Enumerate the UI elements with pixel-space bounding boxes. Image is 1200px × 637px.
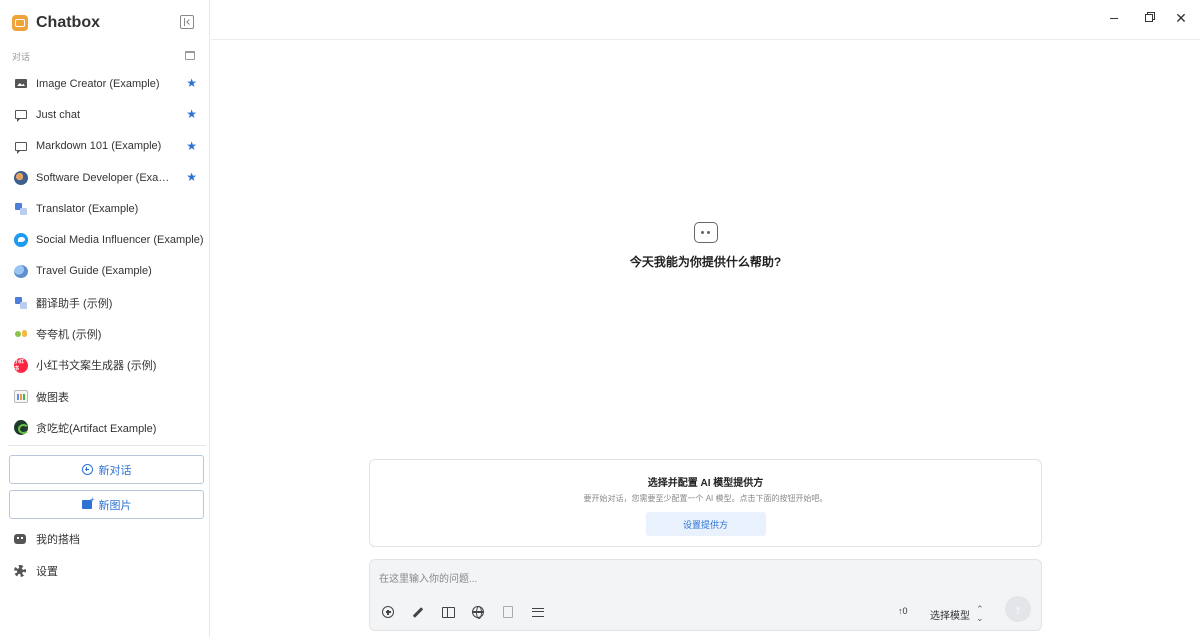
star-icon[interactable]: ★	[186, 107, 197, 121]
gear-icon	[14, 565, 26, 577]
conversation-item[interactable]: Just chat ★	[0, 99, 209, 130]
sidebar-collapse-icon[interactable]	[180, 15, 194, 29]
conversation-item[interactable]: Image Creator (Example) ★	[0, 68, 209, 99]
chat-bubble-icon	[14, 108, 28, 123]
conversation-label: Image Creator (Example)	[36, 77, 160, 90]
globe-icon[interactable]	[470, 604, 486, 620]
provider-card-title: 选择并配置 AI 模型提供方	[647, 478, 764, 489]
conversation-item[interactable]: Translator (Example)	[0, 193, 209, 224]
conversation-item[interactable]: 贪吃蛇(Artifact Example)	[0, 412, 209, 443]
settings-label: 设置	[36, 566, 58, 578]
restore-icon[interactable]	[1139, 9, 1159, 27]
image-icon	[14, 77, 28, 91]
setup-provider-button[interactable]: 设置提供方	[645, 512, 766, 536]
provider-setup-card: 选择并配置 AI 模型提供方 要开始对话，您需要至少配置一个 AI 模型。点击下…	[369, 459, 1042, 547]
conversation-label: Social Media Influencer (Example)	[36, 234, 204, 247]
token-count: ↑0	[898, 606, 908, 616]
new-chat-label: 新对话	[98, 464, 132, 477]
empty-state: 今天我能为你提供什么帮助?	[211, 222, 1200, 270]
chatbox-logo-icon	[12, 15, 28, 31]
conversation-item[interactable]: Travel Guide (Example)	[0, 256, 209, 287]
translator-avatar-icon	[14, 202, 28, 216]
sidebar: Chatbox 对话 Image Creator (Example) ★ Jus…	[0, 0, 210, 637]
star-icon[interactable]: ★	[186, 170, 197, 184]
conversation-label: 夸夸机 (示例)	[36, 329, 102, 342]
minimize-icon[interactable]	[1104, 9, 1124, 27]
conversation-label: 做图表	[36, 391, 69, 404]
star-icon[interactable]: ★	[186, 139, 197, 153]
title-bar: ✕	[211, 0, 1200, 40]
new-image-button[interactable]: 新图片	[9, 490, 204, 519]
app-name: Chatbox	[36, 14, 100, 31]
archive-icon[interactable]	[185, 51, 195, 60]
new-image-label: 新图片	[98, 499, 132, 512]
conversation-item[interactable]: Social Media Influencer (Example)	[0, 224, 209, 255]
empty-state-title: 今天我能为你提供什么帮助?	[629, 255, 782, 269]
document-icon[interactable]	[500, 604, 516, 620]
settings-link[interactable]: 设置	[14, 562, 58, 580]
conversation-list: Image Creator (Example) ★ Just chat ★ Ma…	[0, 68, 209, 444]
close-icon[interactable]: ✕	[1171, 9, 1191, 27]
conversation-label: Software Developer (Example)	[36, 171, 174, 184]
fortune-avatar-icon	[14, 327, 28, 341]
model-select-label: 选择模型	[930, 610, 970, 622]
my-copilots-label: 我的搭档	[36, 534, 80, 546]
my-copilots-link[interactable]: 我的搭档	[14, 530, 80, 548]
hammer-icon[interactable]	[410, 604, 426, 620]
chat-bubble-icon	[14, 139, 28, 154]
arrow-up-icon: ↑	[1014, 601, 1022, 617]
robot-icon	[14, 534, 26, 544]
book-icon[interactable]	[440, 604, 456, 620]
conversation-label: Just chat	[36, 108, 81, 121]
message-composer: ↑0 选择模型 ⌃⌄ ↑	[369, 559, 1042, 631]
send-button[interactable]: ↑	[1005, 596, 1031, 622]
conversation-item[interactable]: Markdown 101 (Example) ★	[0, 131, 209, 162]
star-icon[interactable]: ★	[186, 76, 197, 90]
conversation-item[interactable]: 翻译助手 (示例)	[0, 287, 209, 318]
conversation-item[interactable]: 做图表	[0, 381, 209, 412]
conversation-label: Translator (Example)	[36, 202, 139, 215]
conversation-label: 翻译助手 (示例)	[36, 297, 113, 310]
message-input[interactable]	[379, 571, 979, 587]
provider-card-description: 要开始对话，您需要至少配置一个 AI 模型。点击下面的按钮开始吧。	[583, 494, 828, 503]
travel-avatar-icon	[14, 264, 28, 278]
conversation-label: 小红书文案生成器 (示例)	[36, 360, 157, 373]
twitter-avatar-icon	[14, 233, 28, 248]
sidebar-divider	[8, 445, 206, 446]
conversation-label: Markdown 101 (Example)	[36, 140, 162, 153]
conversation-item[interactable]: Software Developer (Example) ★	[0, 162, 209, 193]
chevron-updown-icon: ⌃ ⌄	[976, 604, 984, 623]
chat-bubble-icon	[693, 222, 718, 243]
model-select[interactable]: 选择模型 ⌃ ⌄	[930, 605, 984, 623]
snake-avatar-icon	[14, 420, 29, 436]
new-chat-button[interactable]: 新对话	[9, 455, 204, 484]
attach-icon[interactable]	[380, 604, 396, 620]
image-plus-icon	[81, 495, 95, 509]
plus-circle-icon	[81, 464, 93, 475]
conversation-item[interactable]: 夸夸机 (示例)	[0, 318, 209, 349]
conversation-label: 贪吃蛇(Artifact Example)	[36, 422, 157, 435]
sliders-icon[interactable]	[530, 604, 546, 620]
chart-avatar-icon	[14, 390, 28, 404]
conversation-label: Travel Guide (Example)	[36, 265, 152, 278]
conversation-item[interactable]: 小红书 小红书文案生成器 (示例)	[0, 350, 209, 381]
conversations-section-label: 对话	[12, 52, 31, 62]
translator-avatar-icon	[14, 296, 28, 310]
developer-avatar-icon	[14, 170, 28, 185]
xiaohongshu-avatar-icon: 小红书	[14, 357, 28, 373]
brand: Chatbox	[12, 12, 100, 34]
